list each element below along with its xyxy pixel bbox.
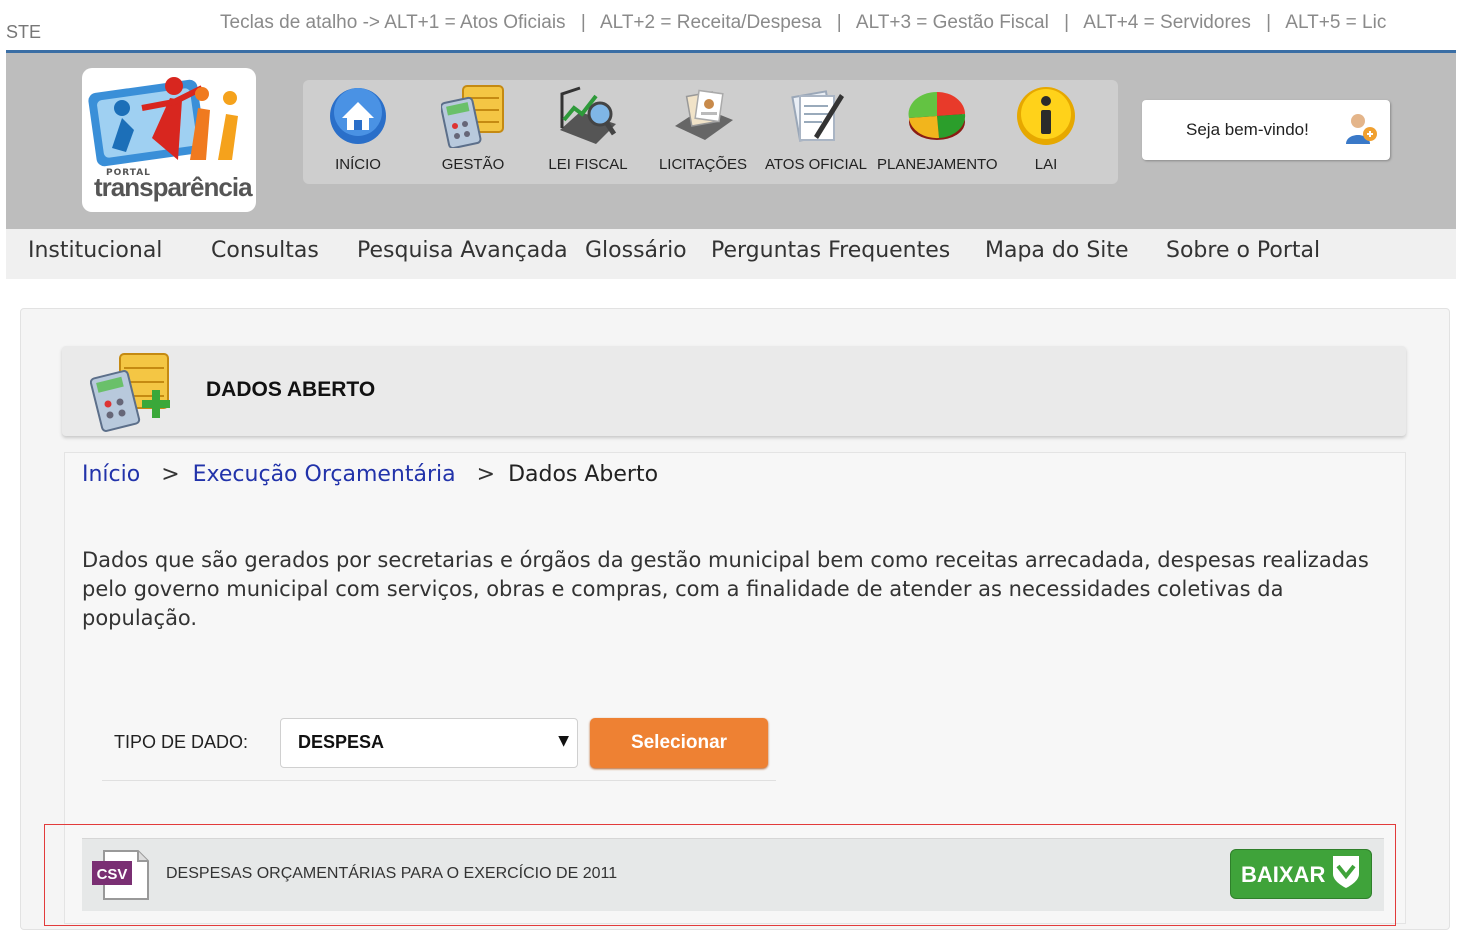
pie-chart-icon <box>908 91 966 140</box>
nav-label: LICITAÇÕES <box>658 156 748 173</box>
logo-title-text: transparência <box>94 172 253 202</box>
nav-item-licitacoes[interactable]: LICITAÇÕES <box>648 80 758 184</box>
nav-label: LAI <box>1034 156 1058 173</box>
main-nav: INÍCIO GESTÃO LEI FISCAL LICITAÇÕES ATOS… <box>303 80 1118 184</box>
csv-file-icon: CSV <box>92 850 149 900</box>
menu-item-pesquisa-avancada[interactable]: Pesquisa Avançada <box>357 238 568 263</box>
home-icon <box>330 88 386 144</box>
menu-item-glossario[interactable]: Glossário <box>585 238 687 263</box>
menu-bar: Institucional Consultas Pesquisa Avançad… <box>6 229 1456 279</box>
selecionar-button[interactable]: Selecionar <box>590 718 768 768</box>
nav-label: PLANEJAMENTO <box>877 156 998 173</box>
shortcut-separator: | <box>1266 12 1272 33</box>
shortcut-separator: | <box>1064 12 1070 33</box>
page-description: Dados que são gerados por secretarias e … <box>82 548 1369 630</box>
chevron-down-icon: ▼ <box>558 733 569 749</box>
breadcrumb-section-link[interactable]: Execução Orçamentária <box>193 462 456 487</box>
breadcrumb: Início > Execução Orçamentária > Dados A… <box>82 462 658 487</box>
calculator-icon <box>441 85 504 148</box>
shortcut-bar: STE Teclas de atalho -> ALT+1 = Atos Ofi… <box>0 0 1470 52</box>
file-title: DESPESAS ORÇAMENTÁRIAS PARA O EXERCÍCIO … <box>166 865 618 882</box>
menu-item-institucional[interactable]: Institucional <box>28 238 162 263</box>
file-row: CSV DESPESAS ORÇAMENTÁRIAS PARA O EXERCÍ… <box>82 838 1384 911</box>
shortcut-list: Teclas de atalho -> ALT+1 = Atos Oficiai… <box>220 12 1386 34</box>
select-value: DESPESA <box>298 732 385 752</box>
breadcrumb-separator: > <box>476 462 496 487</box>
menu-item-mapa-do-site[interactable]: Mapa do Site <box>985 238 1129 263</box>
nav-item-inicio[interactable]: INÍCIO <box>303 80 413 184</box>
nav-item-atos-oficial[interactable]: ATOS OFICIAL <box>761 80 871 184</box>
breadcrumb-home-link[interactable]: Início <box>82 462 140 487</box>
welcome-box[interactable]: Seja bem-vindo! <box>1142 100 1390 160</box>
nav-item-planejamento[interactable]: PLANEJAMENTO <box>877 80 998 184</box>
documents-icon <box>675 89 733 140</box>
nav-label: LEI FISCAL <box>548 156 628 173</box>
selecionar-button-label: Selecionar <box>630 732 728 753</box>
nav-label: GESTÃO <box>441 156 505 173</box>
menu-item-sobre-o-portal[interactable]: Sobre o Portal <box>1166 238 1320 263</box>
shortcut-item: Teclas de atalho -> ALT+1 = Atos Oficiai… <box>220 12 566 33</box>
breadcrumb-separator: > <box>161 462 180 487</box>
topbar-left-text: STE <box>6 22 42 42</box>
shortcut-item: ALT+2 = Receita/Despesa <box>600 12 822 33</box>
logo-figures-icon <box>88 77 238 167</box>
shortcut-separator: | <box>580 12 586 33</box>
nav-item-lai[interactable]: LAI <box>991 80 1101 184</box>
document-pen-icon <box>791 90 844 142</box>
tipo-de-dado-label: TIPO DE DADO: <box>114 732 249 752</box>
breadcrumb-current: Dados Aberto <box>508 462 659 487</box>
nav-label: INÍCIO <box>335 156 381 173</box>
csv-file-type: CSV <box>97 866 128 883</box>
user-icon <box>1346 114 1377 144</box>
nav-label: ATOS OFICIAL <box>765 156 867 173</box>
nav-item-lei-fiscal[interactable]: LEI FISCAL <box>533 80 643 184</box>
shortcut-item: ALT+5 = Lic <box>1285 12 1387 33</box>
shortcut-item: ALT+3 = Gestão Fiscal <box>855 12 1049 33</box>
shortcut-separator: | <box>836 12 842 33</box>
nav-item-gestao[interactable]: GESTÃO <box>418 80 528 184</box>
menu-item-perguntas-frequentes[interactable]: Perguntas Frequentes <box>711 238 950 263</box>
menu-item-consultas[interactable]: Consultas <box>211 238 319 263</box>
chart-magnifier-icon <box>560 86 617 144</box>
shortcut-item: ALT+4 = Servidores <box>1083 12 1251 33</box>
download-shield-icon <box>1333 856 1359 888</box>
tipo-de-dado-select[interactable]: DESPESA ▼ <box>280 718 578 768</box>
baixar-button[interactable]: BAIXAR <box>1230 849 1372 899</box>
info-icon <box>1017 87 1075 145</box>
page-title: DADOS ABERTO <box>206 378 376 401</box>
baixar-button-label: BAIXAR <box>1241 862 1326 887</box>
welcome-text: Seja bem-vindo! <box>1186 120 1309 139</box>
calculator-add-icon <box>90 353 170 432</box>
page-title-box: DADOS ABERTO <box>62 346 1406 436</box>
portal-logo[interactable]: PORTAL transparência <box>82 68 256 212</box>
